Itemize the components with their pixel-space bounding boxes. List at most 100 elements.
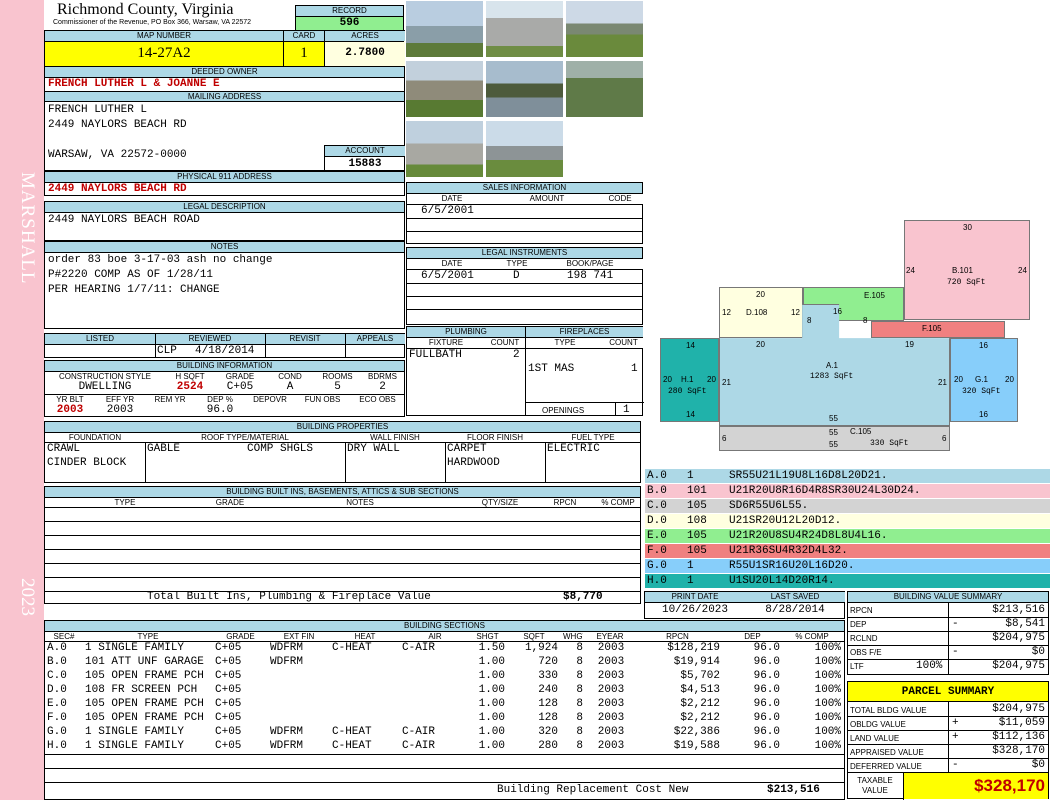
- dim-h-left: 20: [663, 375, 672, 384]
- land-label: LAND VALUE: [850, 734, 900, 743]
- segment-path: SR55U21L19U8L16D8L20D21.: [729, 470, 888, 482]
- card-label: CARD: [284, 31, 324, 41]
- commissioner-address: Commissioner of the Revenue, PO Box 366,…: [53, 19, 252, 26]
- section-col-header: AIR: [428, 632, 442, 641]
- section-cell: 1,924: [524, 642, 558, 654]
- segment-code: 1: [687, 575, 694, 587]
- section-cell: E.0: [47, 698, 67, 710]
- segment-sec: C.0: [647, 500, 667, 512]
- building-value-summary: BUILDING VALUE SUMMARY RPCN $213,516 DEP…: [847, 591, 1049, 675]
- photo-3: [565, 0, 644, 58]
- photo-1: [405, 0, 484, 58]
- tbv-value: $204,975: [992, 703, 1045, 715]
- depovr-header: DEPOVR: [253, 395, 287, 404]
- section-cell: 720: [538, 656, 558, 668]
- builtins-total: $8,770: [563, 591, 603, 603]
- fireplace-type: 1ST MAS: [528, 363, 575, 375]
- label-a: A.1: [826, 361, 839, 370]
- dim-a-20: 20: [756, 340, 765, 349]
- openings-count: 1: [623, 404, 630, 416]
- print-date: 10/26/2023: [661, 604, 728, 616]
- section-cell: C.0: [47, 670, 67, 682]
- label-b: B.101: [952, 266, 973, 275]
- rpcn-value: $213,516: [992, 604, 1045, 616]
- segment-path: U21R36SU4R32D4L32.: [729, 545, 848, 557]
- section-cell: 8: [576, 698, 583, 710]
- last-saved-header: LAST SAVED: [745, 592, 845, 602]
- dim-g-right: 20: [1005, 375, 1014, 384]
- photo-2: [485, 0, 564, 58]
- section-cell: C+05: [215, 642, 242, 654]
- segment-path: U21R20U8SU4R24D8L8U4L16.: [729, 530, 888, 542]
- instrument-book-page: 198 741: [567, 270, 614, 282]
- oblg-value: $11,059: [998, 717, 1045, 729]
- taxable-label-1: TAXABLE: [857, 776, 893, 785]
- dim-c-left: 6: [722, 434, 727, 443]
- section-cell: 105 OPEN FRAME PCH: [85, 712, 204, 724]
- segment-row: G.0 1 R55U1SR16U20L16D20.: [645, 558, 1050, 573]
- fireplace-count-header: COUNT: [604, 338, 643, 348]
- section-cell: 8: [576, 712, 583, 724]
- builtins-total-label: Total Built Ins, Plumbing & Fireplace Va…: [147, 591, 431, 603]
- instrument-date: 6/5/2001: [421, 270, 474, 282]
- segment-path: SD6R55U6L55.: [729, 500, 809, 512]
- owner-box: DEEDED OWNER FRENCH LUTHER L & JOANNE E …: [44, 66, 405, 171]
- fireplace-type-header: TYPE: [526, 338, 604, 348]
- record-value: 596: [296, 17, 403, 30]
- section-cell: 96.0: [753, 656, 780, 668]
- dim-d-left: 12: [722, 308, 731, 317]
- segment-row: D.0 108 U21SR20U12L20D12.: [645, 513, 1050, 528]
- section-cell: 8: [576, 670, 583, 682]
- funobs-header: FUN OBS: [304, 395, 341, 404]
- parcel-summary: PARCEL SUMMARY TOTAL BLDG VALUE $204,975…: [847, 681, 1049, 800]
- area-g: 320 SqFt: [962, 387, 1001, 396]
- oblg-sign: +: [952, 717, 959, 729]
- section-col-header: EXT FIN: [283, 632, 315, 641]
- section-cell: 105 OPEN FRAME PCH: [85, 670, 204, 682]
- fuel-type: ELECTRIC: [547, 443, 600, 455]
- plumbing-fireplaces-box: PLUMBING FIREPLACES FIXTURE COUNT TYPE C…: [406, 326, 644, 416]
- taxable-label-2: VALUE: [862, 786, 888, 795]
- section-cell: 101 ATT UNF GARAGE: [85, 656, 204, 668]
- section-cell: 100%: [814, 712, 841, 724]
- effyr-header: EFF YR: [105, 395, 135, 404]
- section-cell: C+05: [215, 684, 242, 696]
- section-cell: 2003: [597, 712, 625, 724]
- grade-header: GRADE: [225, 372, 255, 381]
- section-cell: G.0: [47, 726, 67, 738]
- section-col-header: TYPE: [137, 632, 159, 641]
- builtin-grade-header: GRADE: [215, 498, 245, 507]
- map-number-label: MAP NUMBER: [45, 31, 283, 41]
- section-col-header: WHGT: [563, 632, 583, 641]
- segment-code: 101: [687, 485, 707, 497]
- instrument-type-header: TYPE: [497, 259, 537, 269]
- dim-c-top: 55: [829, 428, 838, 437]
- construction-style: DWELLING: [78, 381, 132, 393]
- section-cell: 8: [576, 740, 583, 752]
- sales-date-header: DATE: [407, 194, 497, 204]
- roof-header: ROOF TYPE/MATERIAL: [201, 433, 289, 442]
- section-row: F.0 105 OPEN FRAME PCH C+05 1.00 128 8 2003 $2,…: [45, 712, 844, 726]
- section-cell: $128,219: [667, 642, 720, 654]
- note-line-3: PER HEARING 1/7/11: CHANGE: [48, 284, 220, 296]
- section-cell: WDFRM: [270, 656, 304, 668]
- segment-code: 1: [687, 470, 694, 482]
- tax-year: 2023: [17, 578, 38, 616]
- section-cell: WDFRM: [270, 726, 304, 738]
- building-sections-box: BUILDING SECTIONS SEC# TYPE GRADE EXT FIN HE…: [44, 620, 845, 800]
- builtin-type-header: TYPE: [114, 498, 136, 507]
- print-date-header: PRINT DATE: [645, 592, 745, 602]
- mailing-line-1: FRENCH LUTHER L: [48, 104, 148, 116]
- value-summary-label: BUILDING VALUE SUMMARY: [848, 592, 1048, 603]
- section-cell: $2,212: [680, 698, 720, 710]
- label-d: D.108: [746, 308, 768, 317]
- deferred-value: $0: [1031, 759, 1045, 771]
- floor-finish-2: HARDWOOD: [447, 457, 500, 469]
- sections-header-row: SEC# TYPE GRADE EXT FIN HEAT AIR SHGT SQFT WHGT E…: [45, 632, 844, 642]
- segment-sec: D.0: [647, 515, 667, 527]
- section-cell: 96.0: [753, 684, 780, 696]
- segment-sec: H.0: [647, 575, 667, 587]
- section-cell: 240: [538, 684, 558, 696]
- segment-row: H.0 1 U1SU20L14D20R14.: [645, 573, 1050, 588]
- section-cell: $22,386: [673, 726, 720, 738]
